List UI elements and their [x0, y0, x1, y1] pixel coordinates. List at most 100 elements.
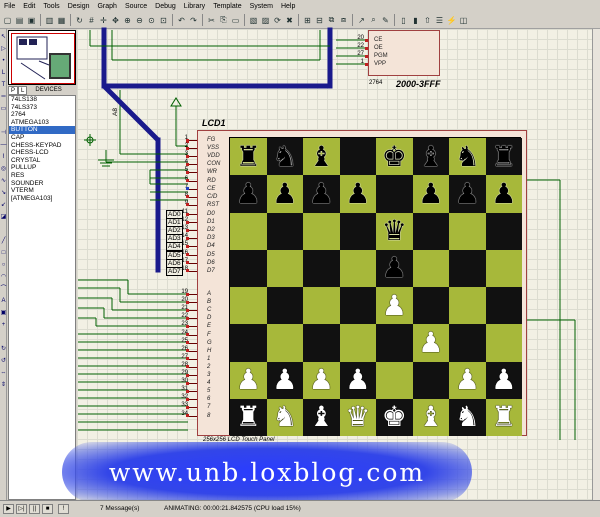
board-square[interactable] [339, 138, 376, 176]
arc-tool-icon[interactable]: ◠ [0, 273, 7, 281]
board-square[interactable] [376, 175, 413, 213]
menu-system[interactable]: System [246, 3, 277, 10]
undo-icon[interactable]: ↶ [176, 14, 187, 26]
overview-window[interactable] [8, 30, 76, 85]
white-pawn-icon[interactable]: ♟ [230, 361, 267, 399]
area-icon[interactable]: ▦ [56, 14, 67, 26]
board-square[interactable] [266, 287, 303, 325]
block-move-icon[interactable]: ▨ [260, 14, 271, 26]
device-list-item[interactable]: CAP [9, 134, 75, 142]
pick-device-icon[interactable]: ⊞ [302, 14, 313, 26]
wire-autorouter-icon[interactable]: ↗ [356, 14, 367, 26]
messages-icon[interactable]: ! [58, 504, 69, 514]
step-button[interactable]: ▷| [16, 504, 27, 514]
mirror-y-icon[interactable]: ⇕ [0, 381, 7, 389]
board-square[interactable] [412, 212, 449, 250]
white-knight-icon[interactable]: ♞ [266, 398, 303, 436]
black-rook-icon[interactable]: ♜ [485, 138, 522, 176]
white-bishop-icon[interactable]: ♝ [303, 398, 340, 436]
device-list-item[interactable]: RES [9, 172, 75, 180]
save-icon[interactable]: ▣ [26, 14, 37, 26]
zoom-in-icon[interactable]: ⊕ [122, 14, 133, 26]
pan-icon[interactable]: ✥ [110, 14, 121, 26]
origin-icon[interactable]: ✛ [98, 14, 109, 26]
black-pawn-icon[interactable]: ♟ [303, 175, 340, 213]
black-knight-icon[interactable]: ♞ [266, 138, 303, 176]
white-rook-icon[interactable]: ♜ [485, 398, 522, 436]
path-tool-icon[interactable]: ⌒ [0, 285, 7, 293]
select-mode-icon[interactable]: ↖ [0, 33, 7, 41]
white-pawn-icon[interactable]: ♟ [485, 361, 522, 399]
voltage-probe-icon[interactable]: ↘ [0, 189, 7, 197]
tab-pick-device[interactable]: P [8, 86, 19, 95]
open-file-icon[interactable]: ▤ [14, 14, 25, 26]
block-rotate-icon[interactable]: ⟳ [272, 14, 283, 26]
text-script-icon[interactable]: T [0, 81, 7, 89]
black-knight-icon[interactable]: ♞ [449, 138, 486, 176]
menu-library[interactable]: Library [180, 3, 209, 10]
box-tool-icon[interactable]: □ [0, 249, 7, 257]
menu-help[interactable]: Help [277, 3, 299, 10]
component-mode-icon[interactable]: ▷ [0, 45, 7, 53]
terminal-mode-icon[interactable]: ⊣ [0, 129, 7, 137]
board-square[interactable] [266, 212, 303, 250]
rotate-ccw-icon[interactable]: ↺ [0, 357, 7, 365]
decompose-icon[interactable]: ⧈ [338, 14, 349, 26]
zoom-area-icon[interactable]: ⊡ [158, 14, 169, 26]
board-square[interactable] [230, 212, 267, 250]
black-rook-icon[interactable]: ♜ [230, 138, 267, 176]
device-list-item[interactable]: CRYSTAL [9, 157, 75, 165]
line-tool-icon[interactable]: ╱ [0, 237, 7, 245]
stop-button[interactable]: ■ [42, 504, 53, 514]
menu-design[interactable]: Design [64, 3, 94, 10]
board-square[interactable] [376, 324, 413, 362]
white-knight-icon[interactable]: ♞ [449, 398, 486, 436]
zoom-out-icon[interactable]: ⊖ [134, 14, 145, 26]
board-square[interactable] [339, 287, 376, 325]
device-list-item[interactable]: CHESS-LCD [9, 149, 75, 157]
zoom-all-icon[interactable]: ⊙ [146, 14, 157, 26]
board-square[interactable] [485, 324, 522, 362]
package-icon[interactable]: ⧉ [326, 14, 337, 26]
board-square[interactable] [303, 287, 340, 325]
board-square[interactable] [449, 324, 486, 362]
board-square[interactable] [339, 324, 376, 362]
rotate-cw-icon[interactable]: ↻ [0, 345, 7, 353]
copy-icon[interactable]: ⎘ [218, 14, 229, 26]
board-square[interactable] [230, 249, 267, 287]
marker-tool-icon[interactable]: + [0, 321, 7, 329]
grid-icon[interactable]: # [86, 14, 97, 26]
tab-library-manager[interactable]: L [18, 86, 28, 95]
black-pawn-icon[interactable]: ♟ [376, 249, 413, 287]
refresh-icon[interactable]: ↻ [74, 14, 85, 26]
white-rook-icon[interactable]: ♜ [230, 398, 267, 436]
wire-label-icon[interactable]: L [0, 69, 7, 77]
device-list-item[interactable]: BUTTON [9, 126, 75, 134]
new-sheet-icon[interactable]: ▯ [398, 14, 409, 26]
white-pawn-icon[interactable]: ♟ [449, 361, 486, 399]
electrical-rules-icon[interactable]: ⚡ [446, 14, 457, 26]
board-square[interactable] [230, 287, 267, 325]
white-bishop-icon[interactable]: ♝ [412, 398, 449, 436]
subcircuit-icon[interactable]: ▭ [0, 105, 7, 113]
white-pawn-icon[interactable]: ♟ [339, 361, 376, 399]
white-queen-icon[interactable]: ♛ [339, 398, 376, 436]
white-pawn-icon[interactable]: ♟ [266, 361, 303, 399]
redo-icon[interactable]: ↷ [188, 14, 199, 26]
device-list-item[interactable]: PULLUP [9, 164, 75, 172]
device-list-item[interactable]: VTERM [9, 187, 75, 195]
white-pawn-icon[interactable]: ♟ [412, 324, 449, 362]
exit-parent-icon[interactable]: ⇧ [422, 14, 433, 26]
pause-button[interactable]: || [29, 504, 40, 514]
black-king-icon[interactable]: ♚ [376, 138, 413, 176]
vertical-scrollbar[interactable] [592, 29, 600, 500]
board-square[interactable] [266, 249, 303, 287]
board-square[interactable] [266, 324, 303, 362]
board-square[interactable] [485, 287, 522, 325]
menu-edit[interactable]: Edit [19, 3, 39, 10]
search-icon[interactable]: ⌕ [368, 14, 379, 26]
pin-mode-icon[interactable]: — [0, 141, 7, 149]
block-copy-icon[interactable]: ▧ [248, 14, 259, 26]
text-tool-icon[interactable]: A [0, 297, 7, 305]
menu-graph[interactable]: Graph [93, 3, 120, 10]
